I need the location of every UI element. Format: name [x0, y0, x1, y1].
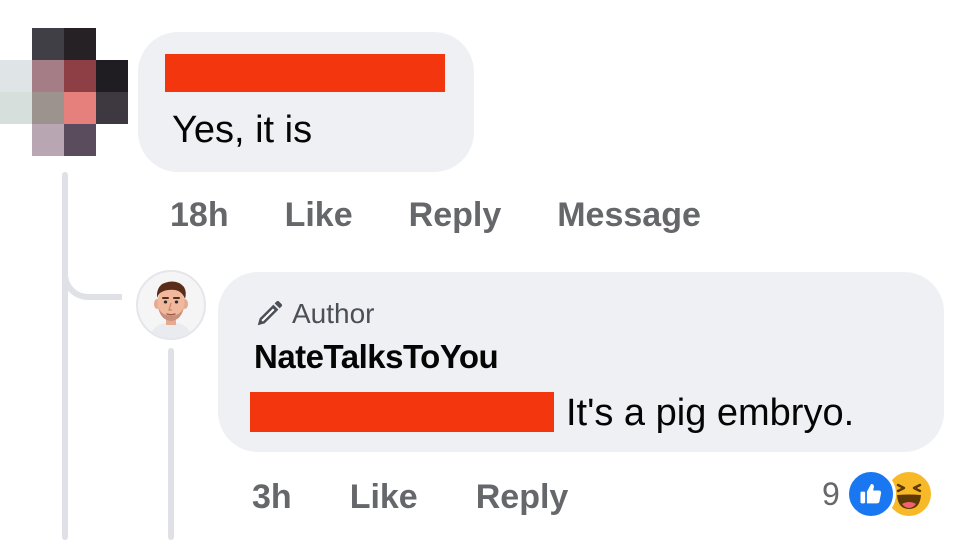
thread-line-reply — [168, 348, 174, 540]
author-avatar[interactable] — [136, 270, 206, 340]
comment-timestamp[interactable]: 18h — [170, 196, 229, 235]
reaction-summary[interactable]: 9 — [822, 469, 934, 519]
reply-timestamp[interactable]: 3h — [252, 478, 292, 517]
man-avatar-icon — [150, 281, 192, 338]
redacted-mention — [250, 392, 554, 432]
reply-text: It's a pig embryo. — [566, 392, 855, 434]
author-badge-label: Author — [292, 298, 375, 329]
reply-reply-button[interactable]: Reply — [476, 478, 569, 517]
like-button[interactable]: Like — [285, 196, 353, 235]
comment-thread: Yes, it is 18h Like Reply Message Author… — [0, 0, 965, 540]
author-name[interactable]: NateTalksToYou — [254, 338, 499, 376]
comment-actions: 18h Like Reply Message — [170, 196, 701, 235]
comment-bubble — [138, 32, 474, 172]
like-icon — [845, 469, 896, 519]
thread-line-main — [62, 172, 68, 540]
author-badge: Author — [254, 298, 375, 330]
comment-text: Yes, it is — [172, 109, 313, 151]
reaction-count: 9 — [822, 475, 840, 512]
pixelated-avatar[interactable] — [0, 28, 130, 156]
message-button[interactable]: Message — [557, 196, 701, 235]
pencil-icon — [257, 300, 283, 326]
reply-like-button[interactable]: Like — [350, 478, 418, 517]
reply-button[interactable]: Reply — [409, 196, 502, 235]
redacted-commenter-name — [165, 54, 445, 92]
thread-connector-curve — [62, 250, 122, 300]
reply-actions: 3h Like Reply — [252, 478, 568, 517]
